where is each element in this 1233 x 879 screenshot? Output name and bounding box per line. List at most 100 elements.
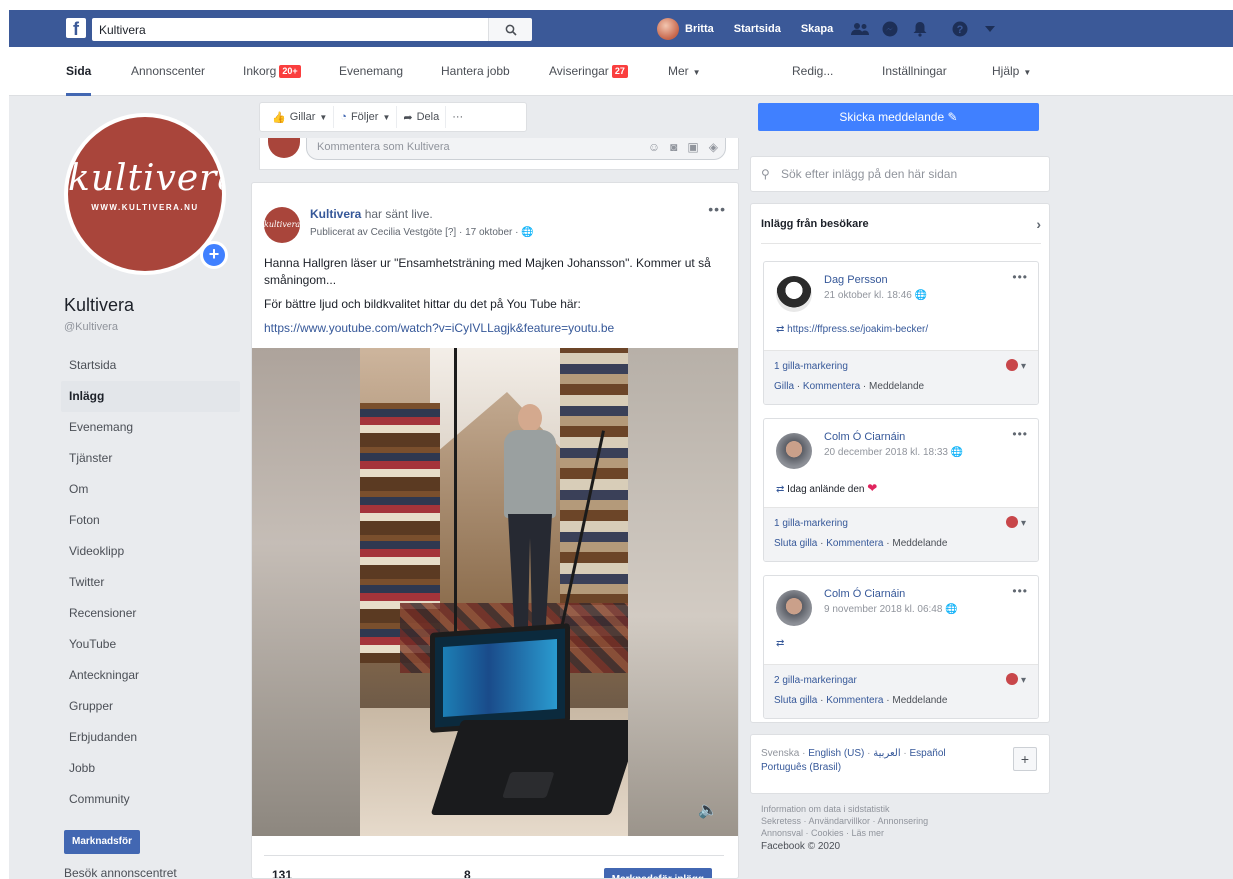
tab-page[interactable]: Sida <box>66 47 92 96</box>
camera-icon[interactable]: ◙ <box>670 140 677 154</box>
tab-more[interactable]: Mer ▼ <box>668 47 701 96</box>
help-icon[interactable]: ? <box>947 10 973 47</box>
search-input[interactable]: Kultivera <box>92 18 504 41</box>
add-profile-photo-button[interactable]: + <box>200 241 228 269</box>
boost-post-button[interactable]: Marknadsför inlägg <box>603 868 712 878</box>
visitor-post-options-icon[interactable]: ••• <box>1012 427 1028 441</box>
tab-notifications[interactable]: Aviseringar 27 <box>549 47 628 96</box>
sidebar-item-services[interactable]: Tjänster <box>61 443 240 474</box>
friend-requests-icon[interactable] <box>847 10 873 47</box>
messenger-icon[interactable] <box>877 10 903 47</box>
visitor-post-text[interactable]: ⇄ <box>776 638 784 649</box>
more-actions-button[interactable]: ··· <box>446 106 469 128</box>
post-youtube-link[interactable]: https://www.youtube.com/watch?v=iCyIVLLa… <box>264 320 724 337</box>
tab-help[interactable]: Hjälp ▼ <box>992 47 1031 96</box>
live-video[interactable]: 🔈 <box>252 348 738 836</box>
visit-ad-center-link[interactable]: Besök annonscentret <box>64 866 177 879</box>
unlike-link[interactable]: Sluta gilla <box>774 538 817 549</box>
user-name-link[interactable]: Britta <box>685 23 724 35</box>
notifications-bell-icon[interactable] <box>907 10 933 47</box>
footer-insights-link[interactable]: Information om data i sidstatistik <box>761 803 1001 815</box>
search-button[interactable] <box>488 18 532 41</box>
post-author-suffix: har sänt live. <box>364 207 433 221</box>
tab-events[interactable]: Evenemang <box>339 47 403 96</box>
like-link[interactable]: Gilla <box>774 381 794 392</box>
message-link[interactable]: Meddelande <box>869 381 924 392</box>
tab-edit[interactable]: Redig... <box>792 47 833 96</box>
home-link[interactable]: Startsida <box>724 23 791 35</box>
visitor-name[interactable]: Colm Ó Ciarnáin <box>824 431 905 443</box>
page-name: Kultivera <box>64 295 135 315</box>
visitor-post-text[interactable]: ⇄ https://ffpress.se/joakim-becker/ <box>776 324 928 335</box>
sidebar-item-posts[interactable]: Inlägg <box>61 381 240 412</box>
post-options-icon[interactable]: ••• <box>708 201 726 217</box>
sidebar-item-reviews[interactable]: Recensioner <box>61 598 240 629</box>
gif-icon[interactable]: ▣ <box>687 140 698 154</box>
post-author-link[interactable]: Kultivera <box>310 207 361 221</box>
following-button[interactable]: ◔ Följer ▼ <box>334 106 398 128</box>
sidebar-item-offers[interactable]: Erbjudanden <box>61 722 240 753</box>
facebook-logo[interactable]: f <box>66 18 86 38</box>
visitor-post-likes[interactable]: 2 gilla-markeringar <box>774 675 857 686</box>
sidebar-item-twitter[interactable]: Twitter <box>61 567 240 598</box>
tab-settings[interactable]: Inställningar <box>882 47 947 96</box>
visitor-posts-header[interactable]: Inlägg från besökare › <box>761 204 1041 244</box>
page-post-search-input[interactable]: ⚲ Sök efter inlägg på den här sidan <box>750 156 1050 192</box>
profile-picture[interactable]: kultivera WWW.KULTIVERA.NU <box>68 117 222 271</box>
volume-icon[interactable]: 🔈 <box>698 800 718 820</box>
create-link[interactable]: Skapa <box>791 23 843 35</box>
visitor-time: 21 oktober kl. 18:46 🌐 <box>824 290 928 301</box>
language-english[interactable]: English (US) <box>808 748 864 759</box>
visitor-avatar[interactable] <box>776 590 812 626</box>
visitor-post-likes[interactable]: 1 gilla-markering <box>774 361 848 372</box>
visitor-name[interactable]: Colm Ó Ciarnáin <box>824 588 905 600</box>
message-link[interactable]: Meddelande <box>892 538 947 549</box>
sidebar-item-community[interactable]: Community <box>61 784 240 815</box>
liked-button[interactable]: 👍 Gillar ▼ <box>266 106 335 128</box>
page-handle[interactable]: @Kultivera <box>64 321 118 333</box>
engagement-count: 8 <box>464 868 471 879</box>
comment-link[interactable]: Kommentera <box>803 381 860 392</box>
footer-links[interactable]: Sekretess · Användarvillkor · Annonserin… <box>761 815 1001 827</box>
tab-ad-center[interactable]: Annonscenter <box>131 47 205 96</box>
react-as-page-selector[interactable]: ▾ <box>1006 516 1026 529</box>
visitor-name[interactable]: Dag Persson <box>824 274 888 286</box>
tab-inbox[interactable]: Inkorg 20+ <box>243 47 301 96</box>
sidebar-item-events[interactable]: Evenemang <box>61 412 240 443</box>
language-portuguese[interactable]: Português (Brasil) <box>761 762 841 773</box>
visitor-post-options-icon[interactable]: ••• <box>1012 584 1028 598</box>
react-as-page-selector[interactable]: ▾ <box>1006 359 1026 372</box>
visitor-post-text[interactable]: ⇄ Idag anlände den ❤ <box>776 481 877 495</box>
visitor-post-likes[interactable]: 1 gilla-markering <box>774 518 848 529</box>
unlike-link[interactable]: Sluta gilla <box>774 695 817 706</box>
send-message-button[interactable]: Skicka meddelande ✎ <box>758 103 1039 131</box>
more-languages-button[interactable]: + <box>1013 747 1037 771</box>
sidebar-item-videos[interactable]: Videoklipp <box>61 536 240 567</box>
user-avatar[interactable] <box>657 17 679 40</box>
language-spanish[interactable]: Español <box>910 748 946 759</box>
share-button[interactable]: ➦ Dela <box>397 106 447 128</box>
sidebar-item-about[interactable]: Om <box>61 474 240 505</box>
sidebar-item-notes[interactable]: Anteckningar <box>61 660 240 691</box>
tab-manage-jobs[interactable]: Hantera jobb <box>441 47 510 96</box>
account-menu-chevron-icon[interactable] <box>977 10 1003 47</box>
comment-link[interactable]: Kommentera <box>826 695 883 706</box>
comment-link[interactable]: Kommentera <box>826 538 883 549</box>
language-arabic[interactable]: العربية <box>873 748 900 759</box>
post-author-avatar[interactable]: kultivera <box>264 207 300 243</box>
sidebar-item-photos[interactable]: Foton <box>61 505 240 536</box>
promote-button[interactable]: Marknadsför <box>64 830 141 854</box>
sidebar-item-youtube[interactable]: YouTube <box>61 629 240 660</box>
visitor-avatar[interactable] <box>776 276 812 312</box>
people-reached-count: 131 <box>272 868 293 879</box>
emoji-icon[interactable]: ☺ <box>648 140 660 154</box>
react-as-page-selector[interactable]: ▾ <box>1006 673 1026 686</box>
message-link[interactable]: Meddelande <box>892 695 947 706</box>
sidebar-item-jobs[interactable]: Jobb <box>61 753 240 784</box>
sticker-icon[interactable]: ◈ <box>709 140 718 154</box>
sidebar-item-home[interactable]: Startsida <box>61 350 240 381</box>
visitor-post-options-icon[interactable]: ••• <box>1012 270 1028 284</box>
visitor-avatar[interactable] <box>776 433 812 469</box>
footer-links-2[interactable]: Annonsval · Cookies · Läs mer <box>761 827 1001 839</box>
sidebar-item-groups[interactable]: Grupper <box>61 691 240 722</box>
